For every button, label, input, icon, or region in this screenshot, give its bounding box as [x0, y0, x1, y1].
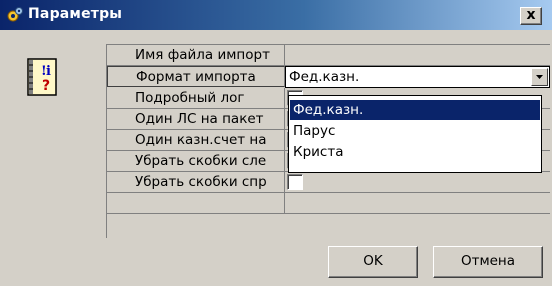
- param-name: Формат импорта: [107, 66, 285, 87]
- close-icon: x: [526, 7, 536, 23]
- param-name: Подробный лог: [107, 88, 285, 109]
- info-question-book-icon: ! i ?: [27, 58, 57, 96]
- param-name: Один ЛС на пакет: [107, 109, 285, 130]
- param-name: Убрать скобки сле: [107, 151, 285, 172]
- remove-brackets-2-checkbox[interactable]: [287, 174, 303, 190]
- param-name-empty: [107, 193, 285, 214]
- dropdown-option[interactable]: Криста: [290, 142, 540, 162]
- import-file-value[interactable]: [285, 45, 550, 66]
- svg-text:i: i: [46, 64, 51, 79]
- import-file-text[interactable]: [285, 45, 550, 65]
- ok-button[interactable]: OK: [328, 246, 418, 278]
- import-format-dropdown-list[interactable]: Фед.казн. Парус Криста: [288, 95, 542, 173]
- cancel-button[interactable]: Отмена: [433, 246, 543, 278]
- dropdown-arrow-button[interactable]: [531, 68, 548, 86]
- param-row-import-format[interactable]: Формат импорта Фед.казн.: [107, 66, 550, 88]
- combobox-value: Фед.казн.: [289, 69, 360, 85]
- param-name: Один казн.счет на: [107, 130, 285, 151]
- param-name: Имя файла импорт: [107, 45, 285, 66]
- param-value-empty: [285, 193, 550, 214]
- param-name: Убрать скобки спр: [107, 172, 285, 193]
- svg-text:?: ?: [42, 78, 50, 94]
- gear-icon: [7, 7, 23, 22]
- param-value-cell: [285, 172, 550, 193]
- dropdown-option[interactable]: Фед.казн.: [290, 100, 540, 120]
- dropdown-option[interactable]: Парус: [290, 121, 540, 141]
- import-format-combobox[interactable]: Фед.казн.: [285, 66, 550, 88]
- param-row-import-file[interactable]: Имя файла импорт: [107, 45, 550, 66]
- param-row-empty: [107, 193, 550, 214]
- window-title: Параметры: [28, 6, 123, 22]
- title-bar[interactable]: Параметры x: [0, 0, 552, 30]
- close-button[interactable]: x: [520, 7, 542, 25]
- chevron-down-icon: [536, 75, 543, 79]
- param-row-remove-brackets-2[interactable]: Убрать скобки спр: [107, 172, 550, 193]
